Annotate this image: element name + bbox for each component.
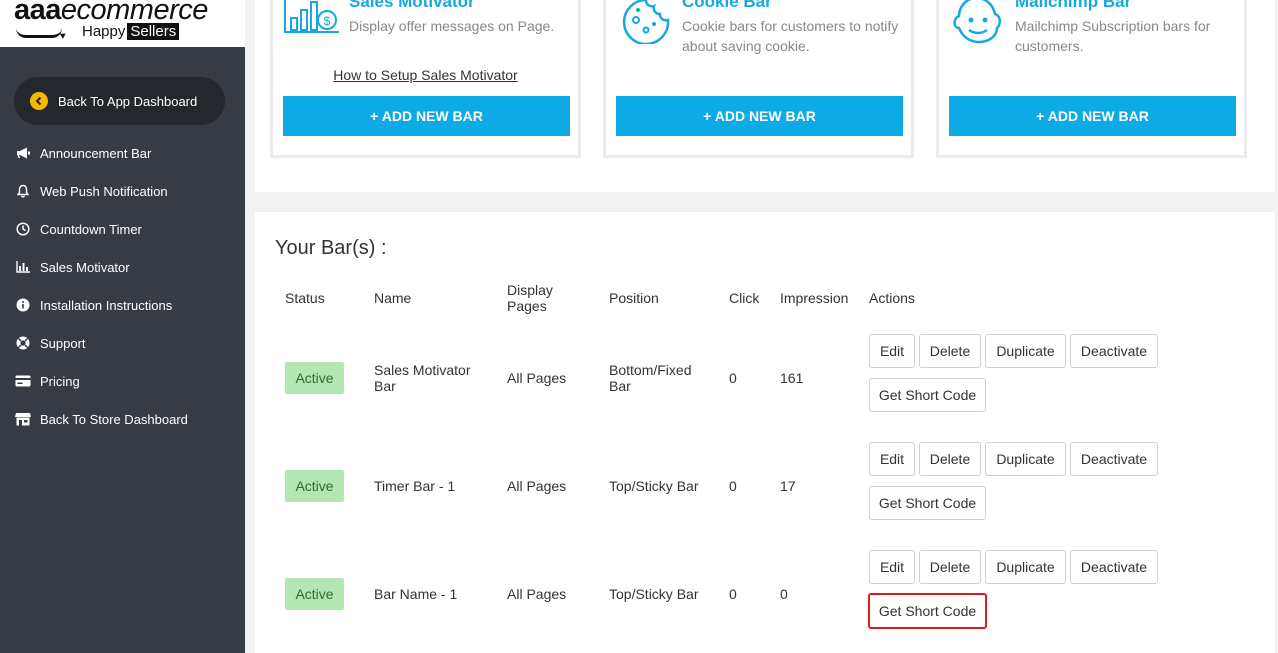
bell-icon [15, 183, 31, 199]
card-title: Cookie Bar [682, 0, 772, 11]
bar-impression-count: 161 [780, 370, 804, 386]
bar-display-pages: All Pages [507, 370, 567, 386]
deactivate-button[interactable]: Deactivate [1070, 334, 1158, 368]
back-to-app-dashboard-label: Back To App Dashboard [58, 93, 198, 109]
sidebar-item-label: Back To Store Dashboard [40, 411, 188, 427]
mailchimp-bar-card: Mailchimp Bar Mailchimp Subscription bar… [936, 0, 1247, 158]
duplicate-button[interactable]: Duplicate [985, 442, 1066, 476]
edit-button[interactable]: Edit [869, 334, 915, 368]
column-header-impression: Impression [780, 290, 849, 306]
sidebar: aaaecommerce Happy Sellers Back To App Da… [0, 0, 245, 653]
growth-chart-icon: $ [283, 0, 341, 44]
bar-position: Top/Sticky Bar [609, 586, 699, 602]
sidebar-item-label: Support [40, 335, 86, 351]
add-new-bar-button[interactable]: + ADD NEW BAR [283, 96, 570, 136]
mailchimp-icon [949, 0, 1007, 44]
sidebar-item-label: Pricing [40, 373, 80, 389]
logo-subtitle: Happy Sellers [82, 23, 180, 40]
column-header-actions: Actions [869, 290, 915, 306]
card-description: Cookie bars for customers to notify abou… [682, 18, 899, 54]
sidebar-item-countdown-timer[interactable]: Countdown Timer [0, 210, 245, 248]
back-to-app-dashboard-button[interactable]: Back To App Dashboard [14, 77, 225, 125]
column-header-click: Click [729, 290, 760, 306]
card-description: Display offer messages on Page. [349, 18, 555, 34]
card-title: Mailchimp Bar [1015, 0, 1132, 11]
duplicate-button[interactable]: Duplicate [985, 550, 1066, 584]
duplicate-button[interactable]: Duplicate [985, 334, 1066, 368]
get-short-code-button[interactable]: Get Short Code [869, 486, 986, 520]
bar-display-pages: All Pages [507, 586, 567, 602]
logo-smile-icon [16, 28, 62, 38]
sidebar-item-label: Sales Motivator [40, 259, 130, 275]
bar-name: Timer Bar - 1 [374, 478, 456, 494]
sidebar-item-installation-instructions[interactable]: Installation Instructions [0, 286, 245, 324]
bar-click-count: 0 [729, 370, 737, 386]
sidebar-item-label: Web Push Notification [40, 183, 168, 199]
edit-button[interactable]: Edit [869, 442, 915, 476]
megaphone-icon [15, 145, 31, 161]
sales-motivator-card: $ Sales Motivator Display offer messages… [270, 0, 581, 158]
your-bars-panel: Your Bar(s) : Status Name Display Pages … [255, 212, 1275, 653]
column-header-status: Status [285, 290, 325, 306]
deactivate-button[interactable]: Deactivate [1070, 442, 1158, 476]
sidebar-item-pricing[interactable]: Pricing [0, 362, 245, 400]
add-new-bar-button[interactable]: + ADD NEW BAR [616, 96, 903, 136]
bar-types-panel: $ Sales Motivator Display offer messages… [255, 0, 1275, 192]
get-short-code-button[interactable]: Get Short Code [868, 593, 987, 629]
store-icon [15, 411, 31, 427]
bar-click-count: 0 [729, 478, 737, 494]
bar-name: Bar Name - 1 [374, 586, 458, 602]
info-icon [15, 297, 31, 313]
add-new-bar-button[interactable]: + ADD NEW BAR [949, 96, 1236, 136]
edit-button[interactable]: Edit [869, 550, 915, 584]
status-badge: Active [285, 470, 344, 502]
cookie-icon [616, 0, 674, 46]
clock-icon [15, 221, 31, 237]
delete-button[interactable]: Delete [919, 442, 981, 476]
bar-impression-count: 17 [780, 478, 796, 494]
sidebar-item-sales-motivator[interactable]: Sales Motivator [0, 248, 245, 286]
sidebar-nav: Announcement Bar Web Push Notification C… [0, 134, 245, 438]
bar-impression-count: 0 [780, 586, 788, 602]
svg-text:$: $ [324, 14, 331, 28]
sidebar-item-back-to-store-dashboard[interactable]: Back To Store Dashboard [0, 400, 245, 438]
bar-chart-icon [15, 259, 31, 275]
bar-position: Top/Sticky Bar [609, 478, 699, 494]
column-header-display-pages: Display Pages [507, 282, 553, 314]
card-description: Mailchimp Subscription bars for customer… [1015, 18, 1211, 54]
sidebar-item-label: Countdown Timer [40, 221, 142, 237]
section-title: Your Bar(s) : [275, 237, 387, 259]
chevron-left-icon [30, 92, 48, 110]
delete-button[interactable]: Delete [919, 334, 981, 368]
bar-name: Sales Motivator Bar [374, 362, 471, 394]
lifebuoy-icon [15, 335, 31, 351]
credit-card-icon [15, 373, 31, 389]
sidebar-item-web-push-notification[interactable]: Web Push Notification [0, 172, 245, 210]
column-header-position: Position [609, 290, 659, 306]
bar-click-count: 0 [729, 586, 737, 602]
bar-position: Bottom/Fixed Bar [609, 362, 692, 394]
column-header-name: Name [374, 290, 412, 306]
sidebar-item-label: Announcement Bar [40, 145, 152, 161]
sidebar-item-label: Installation Instructions [40, 297, 173, 313]
cookie-bar-card: Cookie Bar Cookie bars for customers to … [603, 0, 914, 158]
delete-button[interactable]: Delete [919, 550, 981, 584]
get-short-code-button[interactable]: Get Short Code [869, 378, 986, 412]
status-badge: Active [285, 578, 344, 610]
logo[interactable]: aaaecommerce Happy Sellers [0, 0, 245, 47]
how-to-setup-link[interactable]: How to Setup Sales Motivator [273, 67, 578, 83]
card-title: Sales Motivator [349, 0, 475, 11]
sidebar-item-announcement-bar[interactable]: Announcement Bar [0, 134, 245, 172]
deactivate-button[interactable]: Deactivate [1070, 550, 1158, 584]
status-badge: Active [285, 362, 344, 394]
sidebar-item-support[interactable]: Support [0, 324, 245, 362]
bar-display-pages: All Pages [507, 478, 567, 494]
